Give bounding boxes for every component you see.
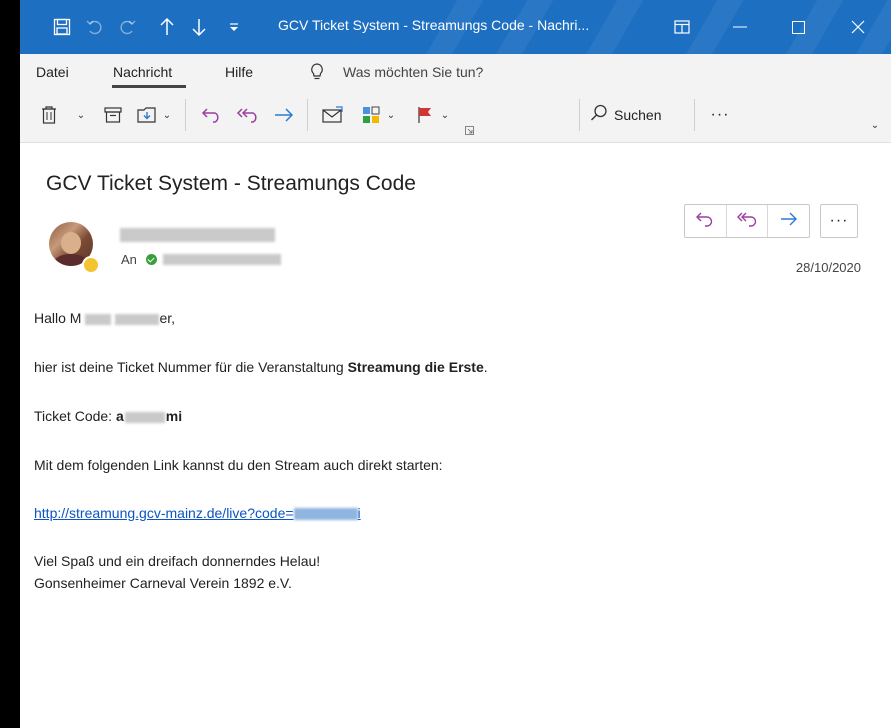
to-label: An <box>121 252 137 267</box>
window-title: GCV Ticket System - Streamungs Code - Na… <box>278 17 590 33</box>
event-name: Streamung die Erste <box>347 359 484 375</box>
flag-icon[interactable] <box>412 100 438 130</box>
ribbon-separator <box>307 99 308 131</box>
ribbon-separator <box>185 99 186 131</box>
check-icon <box>145 254 157 265</box>
stream-link[interactable]: http://streamung.gcv-mainz.de/live?code=… <box>34 505 361 521</box>
title-bar: GCV Ticket System - Streamungs Code - Na… <box>20 0 891 54</box>
menu-datei[interactable]: Datei <box>36 64 69 80</box>
link-intro-line: Mit dem folgenden Link kannst du den Str… <box>34 457 443 473</box>
dialog-launcher-icon[interactable] <box>463 124 475 136</box>
move-icon[interactable] <box>134 100 160 130</box>
closing-line-2: Gonsenheimer Carneval Verein 1892 e.V. <box>34 575 292 591</box>
search-label: Suchen <box>614 107 662 123</box>
maximize-button[interactable] <box>775 10 821 44</box>
chevron-down-icon[interactable]: ⌄ <box>160 100 174 130</box>
reply-icon[interactable] <box>198 100 226 130</box>
menu-nachricht[interactable]: Nachricht <box>113 64 172 80</box>
reply-button[interactable] <box>685 205 727 237</box>
message-subject: GCV Ticket System - Streamungs Code <box>46 172 416 195</box>
close-button[interactable] <box>835 10 881 44</box>
ribbon-display-options-icon[interactable] <box>670 14 694 40</box>
reply-all-icon <box>737 211 757 232</box>
more-commands-button[interactable]: ··· <box>706 100 734 130</box>
tell-me-search[interactable]: Was möchten Sie tun? <box>343 64 483 80</box>
next-item-icon[interactable] <box>188 14 210 40</box>
closing-line-1: Viel Spaß und ein dreifach donnerndes He… <box>34 553 321 569</box>
greeting-line: Hallo Mer, <box>34 310 176 326</box>
reply-icon <box>696 211 714 232</box>
forward-icon <box>780 211 798 232</box>
search-icon <box>590 104 608 127</box>
ticket-code-line: Ticket Code: a mi <box>34 408 183 424</box>
search-button[interactable]: Suchen <box>590 100 682 130</box>
event-line: hier ist deine Ticket Nummer für die Ver… <box>34 359 488 375</box>
presence-status-icon <box>82 256 100 274</box>
more-actions-button[interactable]: ··· <box>820 204 858 238</box>
menu-hilfe[interactable]: Hilfe <box>225 64 253 80</box>
reply-all-button[interactable] <box>727 205 769 237</box>
categorize-icon[interactable] <box>358 100 384 130</box>
quick-actions <box>684 204 810 238</box>
recipient-name[interactable] <box>162 254 281 265</box>
chevron-down-icon[interactable]: ⌄ <box>438 100 452 130</box>
undo-icon[interactable] <box>82 14 106 40</box>
delete-icon[interactable] <box>36 100 62 130</box>
minimize-button[interactable] <box>717 10 763 44</box>
expand-ribbon-icon[interactable]: ⌄ <box>868 116 882 134</box>
chevron-down-icon[interactable]: ⌄ <box>74 100 88 130</box>
lightbulb-icon <box>309 62 325 85</box>
redo-icon[interactable] <box>116 14 140 40</box>
ribbon-separator <box>694 99 695 131</box>
reply-all-icon[interactable] <box>234 100 262 130</box>
forward-icon[interactable] <box>270 100 298 130</box>
archive-icon[interactable] <box>100 100 126 130</box>
read-unread-icon[interactable] <box>318 100 348 130</box>
recipient-line: An <box>121 252 281 267</box>
ribbon-separator <box>579 99 580 131</box>
chevron-down-icon[interactable]: ⌄ <box>384 100 398 130</box>
sender-name[interactable] <box>120 226 275 244</box>
active-tab-indicator <box>112 85 186 88</box>
menu-bar: Datei Nachricht Hilfe Was möchten Sie tu… <box>20 54 891 90</box>
customize-qat-icon[interactable] <box>224 14 244 40</box>
forward-button[interactable] <box>768 205 809 237</box>
previous-item-icon[interactable] <box>156 14 178 40</box>
message-date: 28/10/2020 <box>795 260 861 275</box>
ribbon: ⌄ ⌄ ⌄ ⌄ Suchen ··· ⌄ <box>20 90 891 143</box>
save-icon[interactable] <box>50 14 74 40</box>
outlook-message-window: GCV Ticket System - Streamungs Code - Na… <box>20 0 891 728</box>
